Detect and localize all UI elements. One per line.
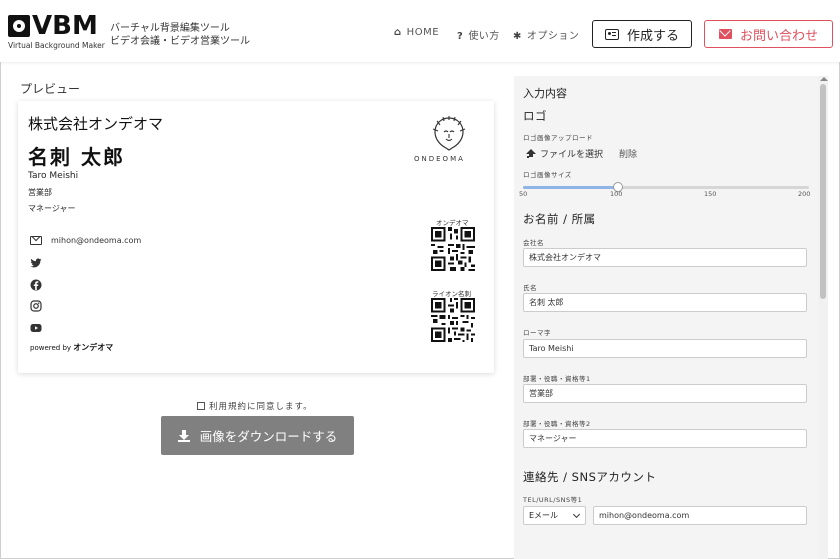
logo-mark-icon (8, 15, 30, 37)
logo-file-row: ファイルを選択 削除 (526, 147, 637, 160)
slider-tick-150: 150 (704, 190, 717, 198)
roman-field-label: ローマ字 (523, 329, 551, 337)
card-department: 営業部 (28, 188, 52, 197)
home-icon: ⌂ (394, 27, 402, 38)
name-input[interactable]: 名刺 太郎 (523, 293, 807, 312)
name-field-label: 氏名 (523, 284, 537, 292)
role2-field-label: 部署・役職・資格等2 (523, 420, 591, 428)
nav-home[interactable]: ⌂ HOME (394, 27, 439, 38)
slider-tick-100: 100 (610, 190, 623, 198)
qr-code-1-icon (431, 227, 475, 271)
role1-input[interactable]: 営業部 (523, 384, 807, 403)
logo-text: VBM (32, 11, 98, 41)
logo-subtitle: Virtual Background Maker (8, 41, 105, 50)
name-section-title: お名前 / 所属 (523, 212, 596, 226)
card-youtube-row (30, 321, 42, 335)
facebook-icon (30, 279, 42, 291)
create-button-label: 作成する (626, 28, 679, 44)
envelope-icon (718, 29, 732, 39)
card-facebook-row (30, 278, 42, 292)
card-company: 株式会社オンデオマ (28, 115, 164, 133)
question-icon: ? (457, 31, 464, 42)
card-instagram-row (30, 299, 42, 313)
twitter-icon (30, 258, 42, 268)
card-twitter-row (30, 256, 42, 270)
logo-size-slider-fill (523, 186, 619, 189)
role1-field-label: 部署・役職・資格等1 (523, 375, 591, 383)
tel1-type-select[interactable]: Eメール (523, 506, 586, 525)
file-select-button[interactable]: ファイルを選択 (526, 147, 603, 160)
qr1-label: オンデオマ (436, 219, 469, 227)
delete-logo-button[interactable]: 削除 (619, 147, 637, 160)
terms-agree[interactable]: 利用規約に同意します。 (197, 400, 313, 412)
download-button-label: 画像をダウンロードする (199, 429, 338, 444)
nav-home-label: HOME (406, 27, 440, 38)
logo-size-label: ロゴ画像サイズ (523, 171, 572, 179)
file-select-label: ファイルを選択 (540, 150, 604, 160)
preview-label: プレビュー (20, 82, 81, 96)
tagline-line-1: バーチャル背景編集ツール (110, 23, 230, 34)
asterisk-icon: ✱ (513, 31, 522, 42)
logo-section-title: ロゴ (523, 109, 547, 123)
qr-code-2-icon (431, 298, 475, 342)
upload-icon (526, 148, 536, 159)
download-icon (177, 429, 190, 442)
powered-by-brand: オンデオマ (73, 343, 114, 352)
qr2-label: ライオン名刺 (432, 290, 471, 298)
card-email-row: mihon@ondeoma.com (30, 233, 141, 247)
slider-tick-200: 200 (798, 190, 811, 198)
youtube-icon (30, 324, 42, 332)
tel1-field-label: TEL/URL/SNS等1 (523, 496, 583, 504)
panel-scroll-thumb[interactable] (820, 84, 826, 299)
role2-input[interactable]: マネージャー (523, 429, 807, 448)
header: VBM Virtual Background Maker バーチャル背景編集ツー… (0, 0, 840, 62)
vbm-logo[interactable]: VBM Virtual Background Maker (8, 11, 105, 51)
contact-button[interactable]: お問い合わせ (704, 20, 833, 48)
logo-upload-label: ロゴ画像アップロード (523, 134, 593, 142)
tagline-line-2: ビデオ会議・ビデオ営業ツール (110, 36, 250, 47)
terms-label: 利用規約に同意します。 (209, 402, 313, 412)
powered-by: powered by オンデオマ (30, 342, 113, 353)
terms-checkbox[interactable] (197, 402, 205, 410)
nav-usage[interactable]: ? 使い方 (457, 27, 500, 42)
create-button[interactable]: 作成する (592, 20, 692, 48)
download-image-button[interactable]: 画像をダウンロードする (161, 416, 354, 455)
card-title: マネージャー (28, 204, 76, 213)
instagram-icon (30, 300, 42, 312)
roman-input[interactable]: Taro Meishi (523, 339, 807, 358)
lion-logo-icon (432, 116, 466, 151)
id-card-icon (604, 28, 619, 40)
card-roman-name: Taro Meishi (28, 171, 79, 181)
tagline: バーチャル背景編集ツール ビデオ会議・ビデオ営業ツール (110, 22, 250, 48)
contact-section-title: 連絡先 / SNSアカウント (523, 470, 657, 484)
nav-options[interactable]: ✱ オプション (513, 27, 579, 42)
nav-options-label: オプション (526, 31, 580, 42)
card-email: mihon@ondeoma.com (51, 235, 142, 245)
card-brand-wordmark: ONDEOMA (414, 155, 465, 163)
scroll-up-icon[interactable] (820, 77, 828, 81)
business-card-preview: 株式会社オンデオマ 名刺 太郎 Taro Meishi 営業部 マネージャー m… (18, 101, 494, 373)
company-input[interactable]: 株式会社オンデオマ (523, 248, 807, 267)
slider-tick-50: 50 (519, 190, 528, 198)
envelope-icon (30, 235, 42, 245)
card-person-name: 名刺 太郎 (28, 145, 125, 169)
contact-button-label: お問い合わせ (739, 28, 818, 44)
form-title: 入力内容 (523, 87, 567, 100)
powered-by-label: powered by (30, 344, 72, 352)
tel1-value-input[interactable]: mihon@ondeoma.com (593, 506, 807, 525)
nav-usage-label: 使い方 (468, 31, 500, 42)
company-field-label: 会社名 (523, 239, 544, 247)
